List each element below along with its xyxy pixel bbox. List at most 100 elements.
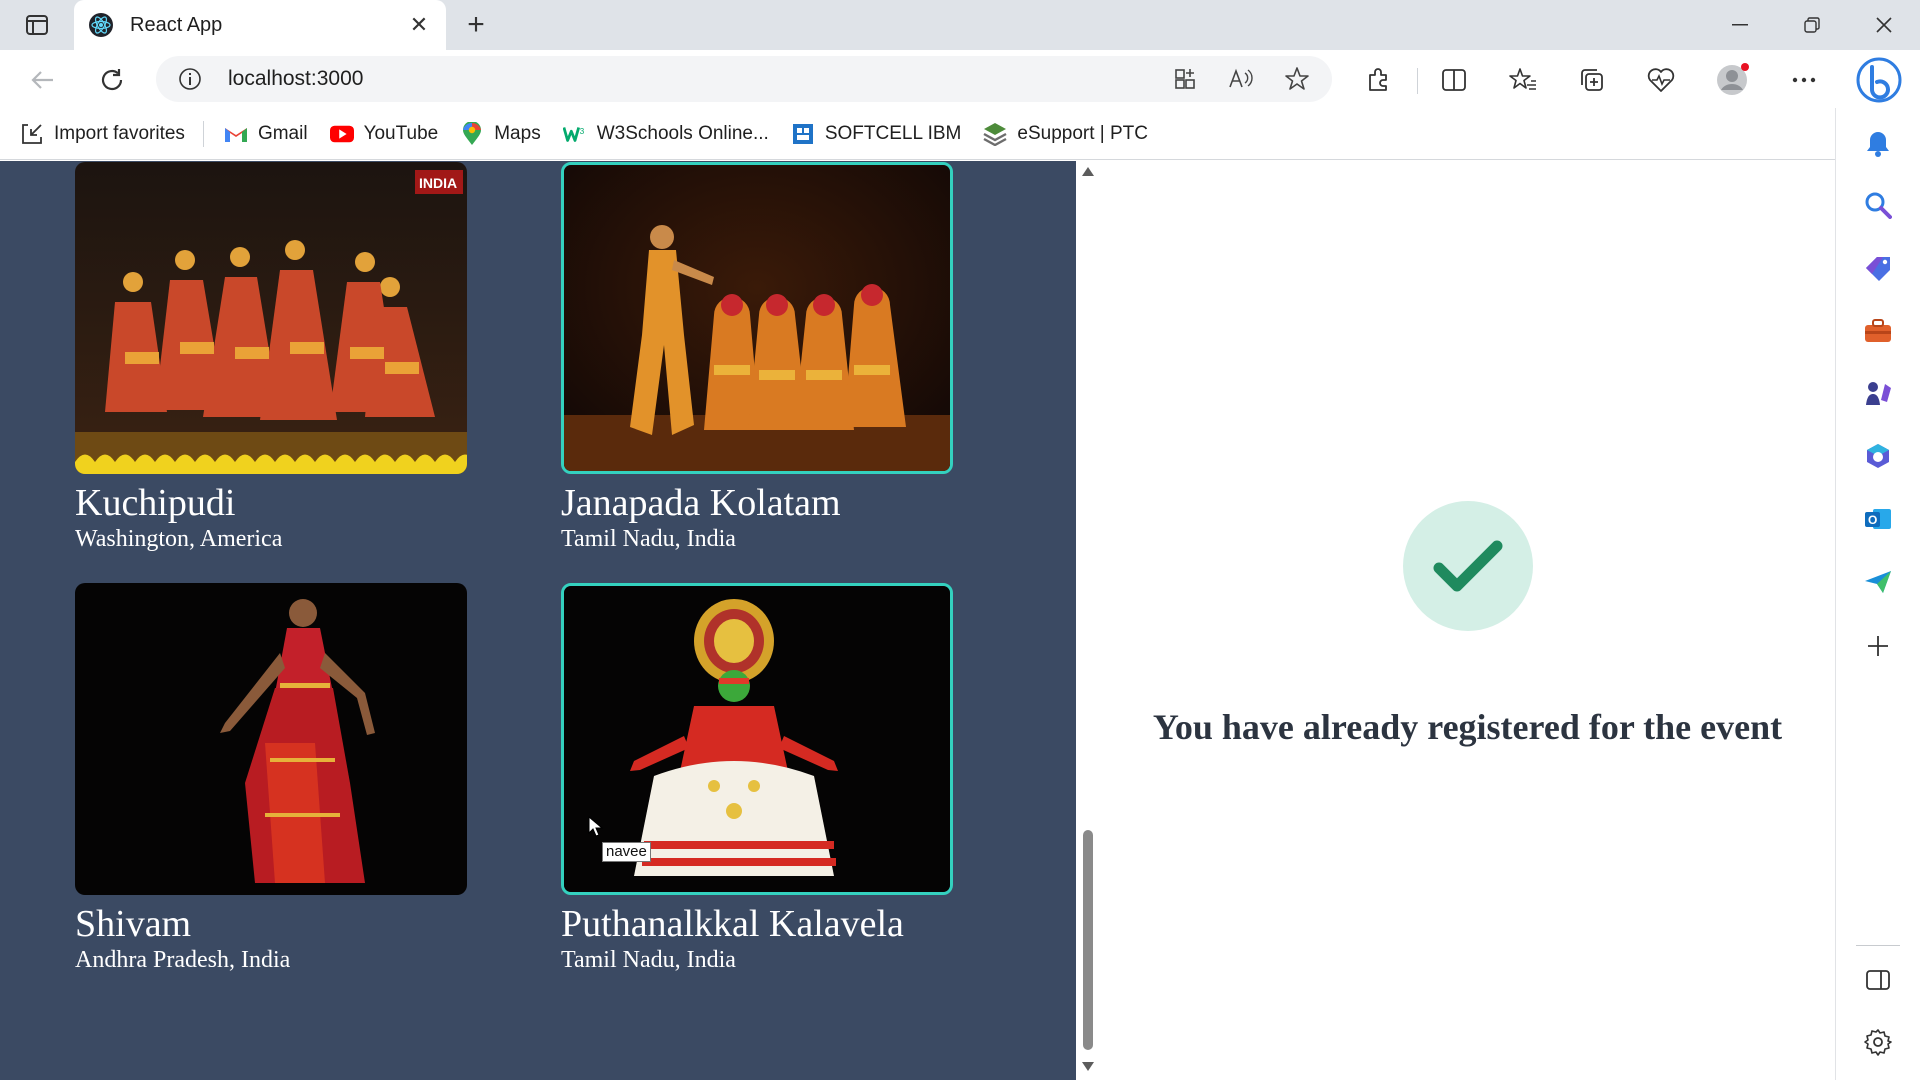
collections-icon[interactable] <box>1572 60 1612 100</box>
favorite-star-icon[interactable] <box>1276 59 1318 99</box>
back-arrow-icon <box>31 71 53 89</box>
event-location: Washington, America <box>75 526 283 552</box>
image-tooltip: navee <box>602 842 651 862</box>
page-scrollbar[interactable] <box>1076 161 1100 1080</box>
event-image[interactable]: navee <box>561 583 953 895</box>
url-text[interactable]: localhost:3000 <box>228 67 1164 91</box>
add-icon[interactable] <box>1858 626 1898 666</box>
restore-icon <box>1804 17 1820 33</box>
favorite-label: Import favorites <box>54 122 185 144</box>
event-list: INDIA Kuchipudi Washington, America Jana… <box>0 161 1076 1080</box>
extensions-icon[interactable] <box>1358 60 1398 100</box>
send-icon[interactable] <box>1858 562 1898 602</box>
copilot-icon <box>1856 57 1902 103</box>
favorite-label: SOFTCELL IBM <box>824 122 962 144</box>
favorite-label: Maps <box>494 122 541 144</box>
copilot-button[interactable] <box>1855 56 1903 104</box>
tab-title: React App <box>130 13 223 36</box>
refresh-button[interactable] <box>92 60 132 100</box>
event-card[interactable]: Janapada Kolatam Tamil Nadu, India <box>561 162 953 554</box>
copilot-area <box>1835 52 1920 108</box>
tab-strip: React App ✕ + <box>0 0 1920 50</box>
event-image[interactable] <box>561 162 953 474</box>
more-menu-icon[interactable] <box>1784 60 1824 100</box>
minimize-icon <box>1732 24 1748 26</box>
event-card[interactable]: navee Puthanalkkal Kalavela Tamil Nadu, … <box>561 583 953 975</box>
minimize-button[interactable] <box>1712 6 1768 44</box>
import-icon <box>20 122 44 146</box>
toolbar-divider <box>1417 68 1418 94</box>
address-bar[interactable]: localhost:3000 <box>156 56 1332 102</box>
tab-actions-icon <box>26 15 48 35</box>
notifications-icon[interactable] <box>1858 124 1898 164</box>
success-check-badge <box>1403 501 1533 631</box>
favorite-gmail[interactable]: Gmail <box>224 122 308 146</box>
favorite-w3schools[interactable]: 3 W3Schools Online... <box>562 122 769 146</box>
site-info-icon[interactable] <box>178 67 218 91</box>
event-card[interactable]: INDIA Kuchipudi Washington, America <box>75 162 467 554</box>
event-card[interactable]: Shivam Andhra Pradesh, India <box>75 583 467 975</box>
read-aloud-icon[interactable] <box>1220 59 1262 99</box>
checkmark-icon <box>1433 540 1503 592</box>
event-location: Tamil Nadu, India <box>561 947 736 973</box>
browser-tab[interactable]: React App ✕ <box>74 0 446 50</box>
scroll-up-arrow-icon[interactable] <box>1082 167 1094 176</box>
shopping-tag-icon[interactable] <box>1858 248 1898 288</box>
svg-text:O: O <box>1868 513 1877 527</box>
search-icon[interactable] <box>1858 185 1898 225</box>
favorite-youtube[interactable]: YouTube <box>329 122 439 146</box>
scrollbar-thumb[interactable] <box>1083 830 1093 1050</box>
favorites-divider <box>202 120 204 147</box>
event-name: Kuchipudi <box>75 482 236 524</box>
favorite-import[interactable]: Import favorites <box>20 122 185 146</box>
image-logo-text: INDIA <box>419 175 457 191</box>
tools-icon[interactable] <box>1858 311 1898 351</box>
mouse-cursor-icon <box>588 816 604 837</box>
outlook-icon[interactable]: O <box>1858 499 1898 539</box>
microsoft-365-icon[interactable] <box>1858 436 1898 476</box>
settings-gear-icon[interactable] <box>1858 1022 1898 1062</box>
youtube-icon <box>329 122 354 146</box>
tab-actions-button[interactable] <box>18 12 56 38</box>
favorite-label: Gmail <box>257 122 308 144</box>
refresh-icon <box>101 69 123 91</box>
registration-panel: You have already registered for the even… <box>1100 161 1835 1080</box>
react-icon <box>89 13 113 37</box>
esupport-icon <box>983 122 1007 146</box>
close-icon <box>1876 17 1892 33</box>
profile-avatar-icon[interactable] <box>1713 60 1753 100</box>
gmail-icon <box>224 122 248 146</box>
event-image[interactable] <box>75 583 467 895</box>
favorite-label: W3Schools Online... <box>596 122 769 144</box>
favorite-label: eSupport | PTC <box>1017 122 1148 144</box>
favorite-maps[interactable]: Maps <box>460 121 541 146</box>
games-icon[interactable] <box>1858 373 1898 413</box>
svg-text:3: 3 <box>579 126 584 136</box>
event-name: Janapada Kolatam <box>561 482 841 524</box>
back-button[interactable] <box>23 60 63 100</box>
restore-button[interactable] <box>1784 6 1840 44</box>
split-screen-icon[interactable] <box>1434 60 1474 100</box>
event-image[interactable]: INDIA <box>75 162 467 474</box>
favorites-list-icon[interactable] <box>1503 60 1543 100</box>
favorite-label: YouTube <box>363 122 439 144</box>
scroll-down-arrow-icon[interactable] <box>1082 1062 1094 1071</box>
sidebar-divider <box>1856 945 1900 946</box>
event-location: Andhra Pradesh, India <box>75 947 291 973</box>
browser-toolbar: localhost:3000 <box>0 50 1920 108</box>
registration-message: You have already registered for the even… <box>1152 707 1783 747</box>
app-available-icon[interactable] <box>1164 59 1206 99</box>
favorite-esupport[interactable]: eSupport | PTC <box>983 122 1148 146</box>
w3schools-icon: 3 <box>562 122 587 146</box>
hide-sidebar-icon[interactable] <box>1858 960 1898 1000</box>
favorite-softcell[interactable]: SOFTCELL IBM <box>791 122 962 146</box>
event-name: Puthanalkkal Kalavela <box>561 903 904 945</box>
browser-essentials-icon[interactable] <box>1641 60 1681 100</box>
softcell-icon <box>791 122 815 146</box>
favorites-bar: Import favorites Gmail YouTube Maps 3 W3… <box>0 108 1835 160</box>
new-tab-button[interactable]: + <box>458 8 494 44</box>
close-window-button[interactable] <box>1856 6 1912 44</box>
event-location: Tamil Nadu, India <box>561 526 736 552</box>
close-tab-icon[interactable]: ✕ <box>406 12 432 38</box>
edge-sidebar: O <box>1835 108 1920 1080</box>
